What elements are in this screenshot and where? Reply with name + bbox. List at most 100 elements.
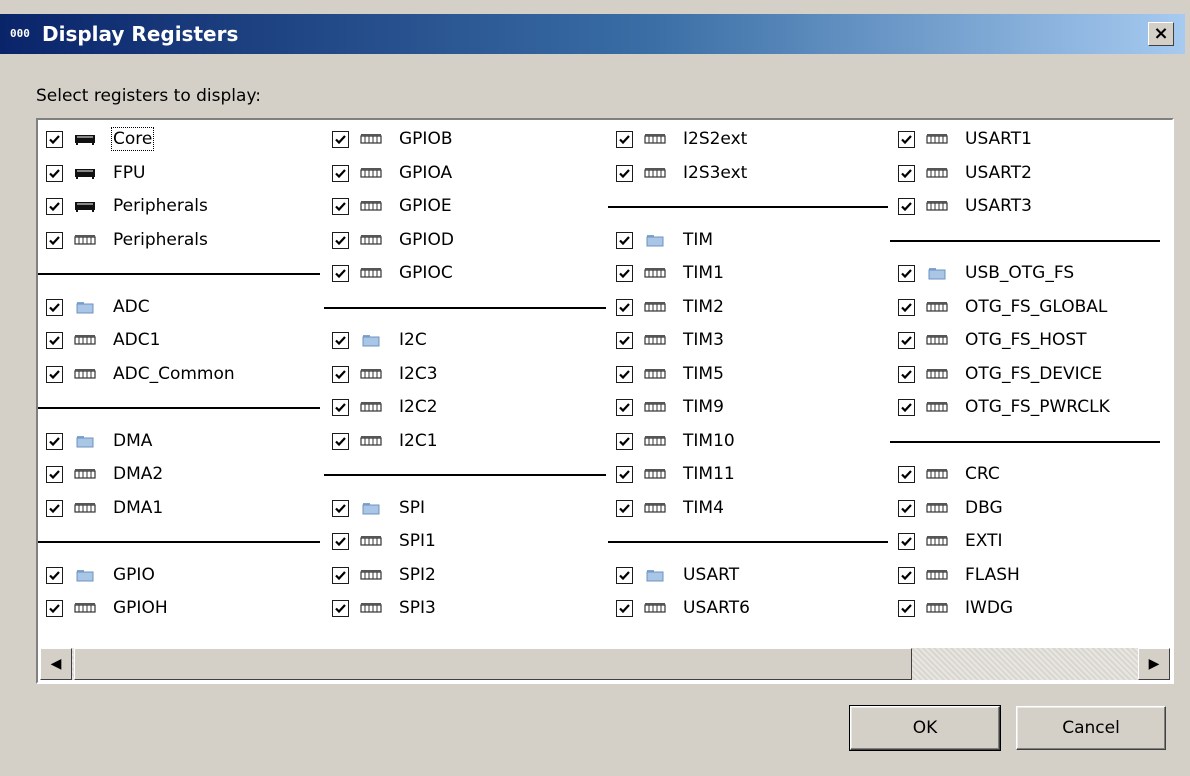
register-checkbox[interactable] xyxy=(616,130,633,148)
register-checkbox[interactable] xyxy=(46,599,63,617)
register-item-i2s2ext[interactable]: I2S2ext xyxy=(616,124,747,154)
register-checkbox[interactable] xyxy=(332,197,349,215)
register-item-dma[interactable]: DMA xyxy=(46,426,152,456)
register-checkbox[interactable] xyxy=(616,231,633,249)
register-item-usb_otg_fs[interactable]: USB_OTG_FS xyxy=(898,258,1074,288)
register-item-tim2[interactable]: TIM2 xyxy=(616,292,724,322)
register-checkbox[interactable] xyxy=(616,365,633,383)
register-item-tim3[interactable]: TIM3 xyxy=(616,325,724,355)
register-item-gpioa[interactable]: GPIOA xyxy=(332,158,452,188)
register-checkbox[interactable] xyxy=(46,566,63,584)
register-item-gpiob[interactable]: GPIOB xyxy=(332,124,452,154)
register-item-usart1[interactable]: USART1 xyxy=(898,124,1032,154)
scroll-left-button[interactable]: ◀ xyxy=(40,648,72,680)
register-checkbox[interactable] xyxy=(46,231,63,249)
cancel-button[interactable]: Cancel xyxy=(1016,706,1166,750)
register-item-usart6[interactable]: USART6 xyxy=(616,593,750,623)
register-item-usart2[interactable]: USART2 xyxy=(898,158,1032,188)
register-checkbox[interactable] xyxy=(898,398,915,416)
register-item-i2c1[interactable]: I2C1 xyxy=(332,426,438,456)
register-checkbox[interactable] xyxy=(616,298,633,316)
register-item-gpioh[interactable]: GPIOH xyxy=(46,593,168,623)
register-checkbox[interactable] xyxy=(332,130,349,148)
register-checkbox[interactable] xyxy=(46,365,63,383)
register-item-spi[interactable]: SPI xyxy=(332,493,425,523)
register-item-dbg[interactable]: DBG xyxy=(898,493,1003,523)
register-item-tim4[interactable]: TIM4 xyxy=(616,493,724,523)
register-checkbox[interactable] xyxy=(898,465,915,483)
register-checkbox[interactable] xyxy=(616,164,633,182)
register-checkbox[interactable] xyxy=(332,264,349,282)
register-item-tim10[interactable]: TIM10 xyxy=(616,426,735,456)
register-item-flash[interactable]: FLASH xyxy=(898,560,1020,590)
register-item-tim9[interactable]: TIM9 xyxy=(616,392,724,422)
register-item-iwdg[interactable]: IWDG xyxy=(898,593,1013,623)
register-item-gpioc[interactable]: GPIOC xyxy=(332,258,453,288)
register-checkbox[interactable] xyxy=(898,197,915,215)
register-item-tim[interactable]: TIM xyxy=(616,225,713,255)
register-item-gpioe[interactable]: GPIOE xyxy=(332,191,452,221)
register-checkbox[interactable] xyxy=(616,566,633,584)
register-checkbox[interactable] xyxy=(332,599,349,617)
register-checkbox[interactable] xyxy=(46,130,63,148)
register-checkbox[interactable] xyxy=(332,164,349,182)
register-item-i2c2[interactable]: I2C2 xyxy=(332,392,438,422)
register-checkbox[interactable] xyxy=(46,331,63,349)
register-checkbox[interactable] xyxy=(332,499,349,517)
register-checkbox[interactable] xyxy=(616,599,633,617)
register-item-dma1[interactable]: DMA1 xyxy=(46,493,163,523)
register-item-exti[interactable]: EXTI xyxy=(898,526,1003,556)
register-item-tim1[interactable]: TIM1 xyxy=(616,258,724,288)
register-item-spi1[interactable]: SPI1 xyxy=(332,526,436,556)
register-item-i2c[interactable]: I2C xyxy=(332,325,427,355)
scroll-thumb[interactable] xyxy=(74,648,912,680)
register-checkbox[interactable] xyxy=(898,264,915,282)
register-item-dma2[interactable]: DMA2 xyxy=(46,459,163,489)
register-item-tim11[interactable]: TIM11 xyxy=(616,459,735,489)
register-item-peripherals[interactable]: Peripherals xyxy=(46,225,208,255)
register-checkbox[interactable] xyxy=(898,164,915,182)
register-list[interactable]: Core FPU Peripherals Peripherals ADC ADC1 ADC_… xyxy=(36,118,1174,684)
register-checkbox[interactable] xyxy=(898,532,915,550)
register-checkbox[interactable] xyxy=(898,331,915,349)
register-item-otg_fs_global[interactable]: OTG_FS_GLOBAL xyxy=(898,292,1107,322)
register-item-gpio[interactable]: GPIO xyxy=(46,560,155,590)
register-checkbox[interactable] xyxy=(898,298,915,316)
register-item-spi3[interactable]: SPI3 xyxy=(332,593,436,623)
register-item-crc[interactable]: CRC xyxy=(898,459,1000,489)
register-item-tim5[interactable]: TIM5 xyxy=(616,359,724,389)
register-checkbox[interactable] xyxy=(332,432,349,450)
register-checkbox[interactable] xyxy=(46,432,63,450)
register-item-usart3[interactable]: USART3 xyxy=(898,191,1032,221)
register-checkbox[interactable] xyxy=(616,264,633,282)
register-checkbox[interactable] xyxy=(616,499,633,517)
register-checkbox[interactable] xyxy=(898,599,915,617)
register-item-usart[interactable]: USART xyxy=(616,560,739,590)
register-item-adc_common[interactable]: ADC_Common xyxy=(46,359,235,389)
register-item-adc1[interactable]: ADC1 xyxy=(46,325,160,355)
register-checkbox[interactable] xyxy=(616,398,633,416)
register-item-adc[interactable]: ADC xyxy=(46,292,150,322)
register-item-peripherals[interactable]: Peripherals xyxy=(46,191,208,221)
register-item-fpu[interactable]: FPU xyxy=(46,158,145,188)
register-checkbox[interactable] xyxy=(332,231,349,249)
register-checkbox[interactable] xyxy=(898,130,915,148)
register-item-core[interactable]: Core xyxy=(46,124,155,154)
register-checkbox[interactable] xyxy=(616,432,633,450)
horizontal-scrollbar[interactable]: ◀ ▶ xyxy=(40,648,1170,680)
register-item-gpiod[interactable]: GPIOD xyxy=(332,225,454,255)
register-checkbox[interactable] xyxy=(46,197,63,215)
register-checkbox[interactable] xyxy=(46,164,63,182)
register-item-otg_fs_host[interactable]: OTG_FS_HOST xyxy=(898,325,1087,355)
register-item-spi2[interactable]: SPI2 xyxy=(332,560,436,590)
register-item-otg_fs_device[interactable]: OTG_FS_DEVICE xyxy=(898,359,1102,389)
register-item-otg_fs_pwrclk[interactable]: OTG_FS_PWRCLK xyxy=(898,392,1110,422)
register-checkbox[interactable] xyxy=(898,499,915,517)
register-checkbox[interactable] xyxy=(616,331,633,349)
register-checkbox[interactable] xyxy=(46,499,63,517)
register-checkbox[interactable] xyxy=(898,566,915,584)
register-checkbox[interactable] xyxy=(332,365,349,383)
register-checkbox[interactable] xyxy=(46,298,63,316)
ok-button[interactable]: OK xyxy=(849,705,1001,751)
register-checkbox[interactable] xyxy=(332,532,349,550)
